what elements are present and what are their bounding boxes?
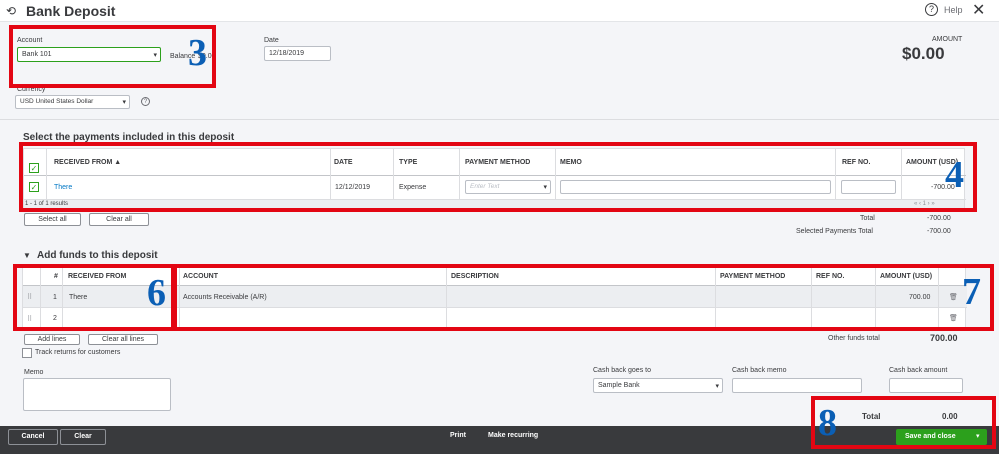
amount-label: AMOUNT [932, 36, 963, 43]
currency-select[interactable]: USD United States Dollar ▾ [15, 95, 130, 109]
clear-button[interactable]: Clear [60, 429, 106, 445]
cashback-goes-to-value: Sample Bank [598, 382, 640, 389]
annotation-number-8: 8 [818, 402, 837, 444]
make-recurring-link[interactable]: Make recurring [488, 432, 538, 439]
memo-textarea[interactable] [23, 378, 171, 411]
add-lines-button[interactable]: Add lines [24, 334, 80, 345]
date-value: 12/18/2019 [269, 50, 305, 57]
date-label: Date [264, 37, 279, 44]
track-returns-label: Track returns for customers [35, 349, 121, 356]
cashback-memo-input[interactable] [732, 378, 862, 393]
track-returns-checkbox[interactable] [22, 348, 32, 358]
annotation-number-6: 6 [147, 272, 166, 314]
clear-all-button[interactable]: Clear all [89, 213, 149, 226]
help-link[interactable]: Help [944, 5, 963, 15]
total-label: Total [860, 215, 875, 222]
cashback-amount-input[interactable] [889, 378, 963, 393]
print-link[interactable]: Print [450, 432, 466, 439]
select-all-button[interactable]: Select all [24, 213, 81, 226]
clear-all-lines-button[interactable]: Clear all lines [88, 334, 158, 345]
cashback-goes-to-label: Cash back goes to [593, 367, 651, 374]
annotation-box-3 [9, 25, 216, 88]
total-value: -700.00 [927, 215, 951, 222]
memo-label: Memo [24, 369, 44, 376]
chevron-down-icon: ▾ [122, 99, 126, 106]
annotation-number-7: 7 [962, 271, 981, 313]
cancel-button[interactable]: Cancel [8, 429, 58, 445]
other-funds-total-value: 700.00 [930, 333, 958, 343]
help-icon[interactable]: ? [925, 3, 938, 16]
close-icon[interactable]: ✕ [972, 0, 985, 20]
selected-total-label: Selected Payments Total [796, 228, 873, 235]
chevron-down-icon: ▾ [715, 383, 719, 390]
history-icon[interactable]: ⟲ [6, 4, 16, 18]
currency-value: USD United States Dollar [20, 98, 94, 105]
cashback-memo-label: Cash back memo [732, 367, 787, 374]
info-icon[interactable]: ? [141, 97, 150, 106]
annotation-number-3: 3 [188, 32, 207, 74]
cashback-amount-label: Cash back amount [889, 367, 948, 374]
funds-section-title: Add funds to this deposit [37, 250, 158, 261]
annotation-box-8 [811, 396, 996, 449]
selected-total-value: -700.00 [927, 228, 951, 235]
annotation-box-7 [171, 264, 994, 331]
payments-section [0, 119, 999, 120]
annotation-number-4: 4 [945, 154, 964, 196]
other-funds-total-label: Other funds total [828, 335, 880, 342]
page-title: Bank Deposit [26, 3, 116, 19]
amount-value: $0.00 [902, 44, 945, 63]
header-bar: ⟲ Bank Deposit ? Help ✕ [0, 0, 999, 22]
date-input[interactable]: 12/18/2019 [264, 46, 331, 61]
collapse-icon[interactable]: ▼ [23, 251, 31, 260]
cashback-goes-to-select[interactable]: Sample Bank ▾ [593, 378, 723, 393]
annotation-box-4 [19, 142, 977, 212]
